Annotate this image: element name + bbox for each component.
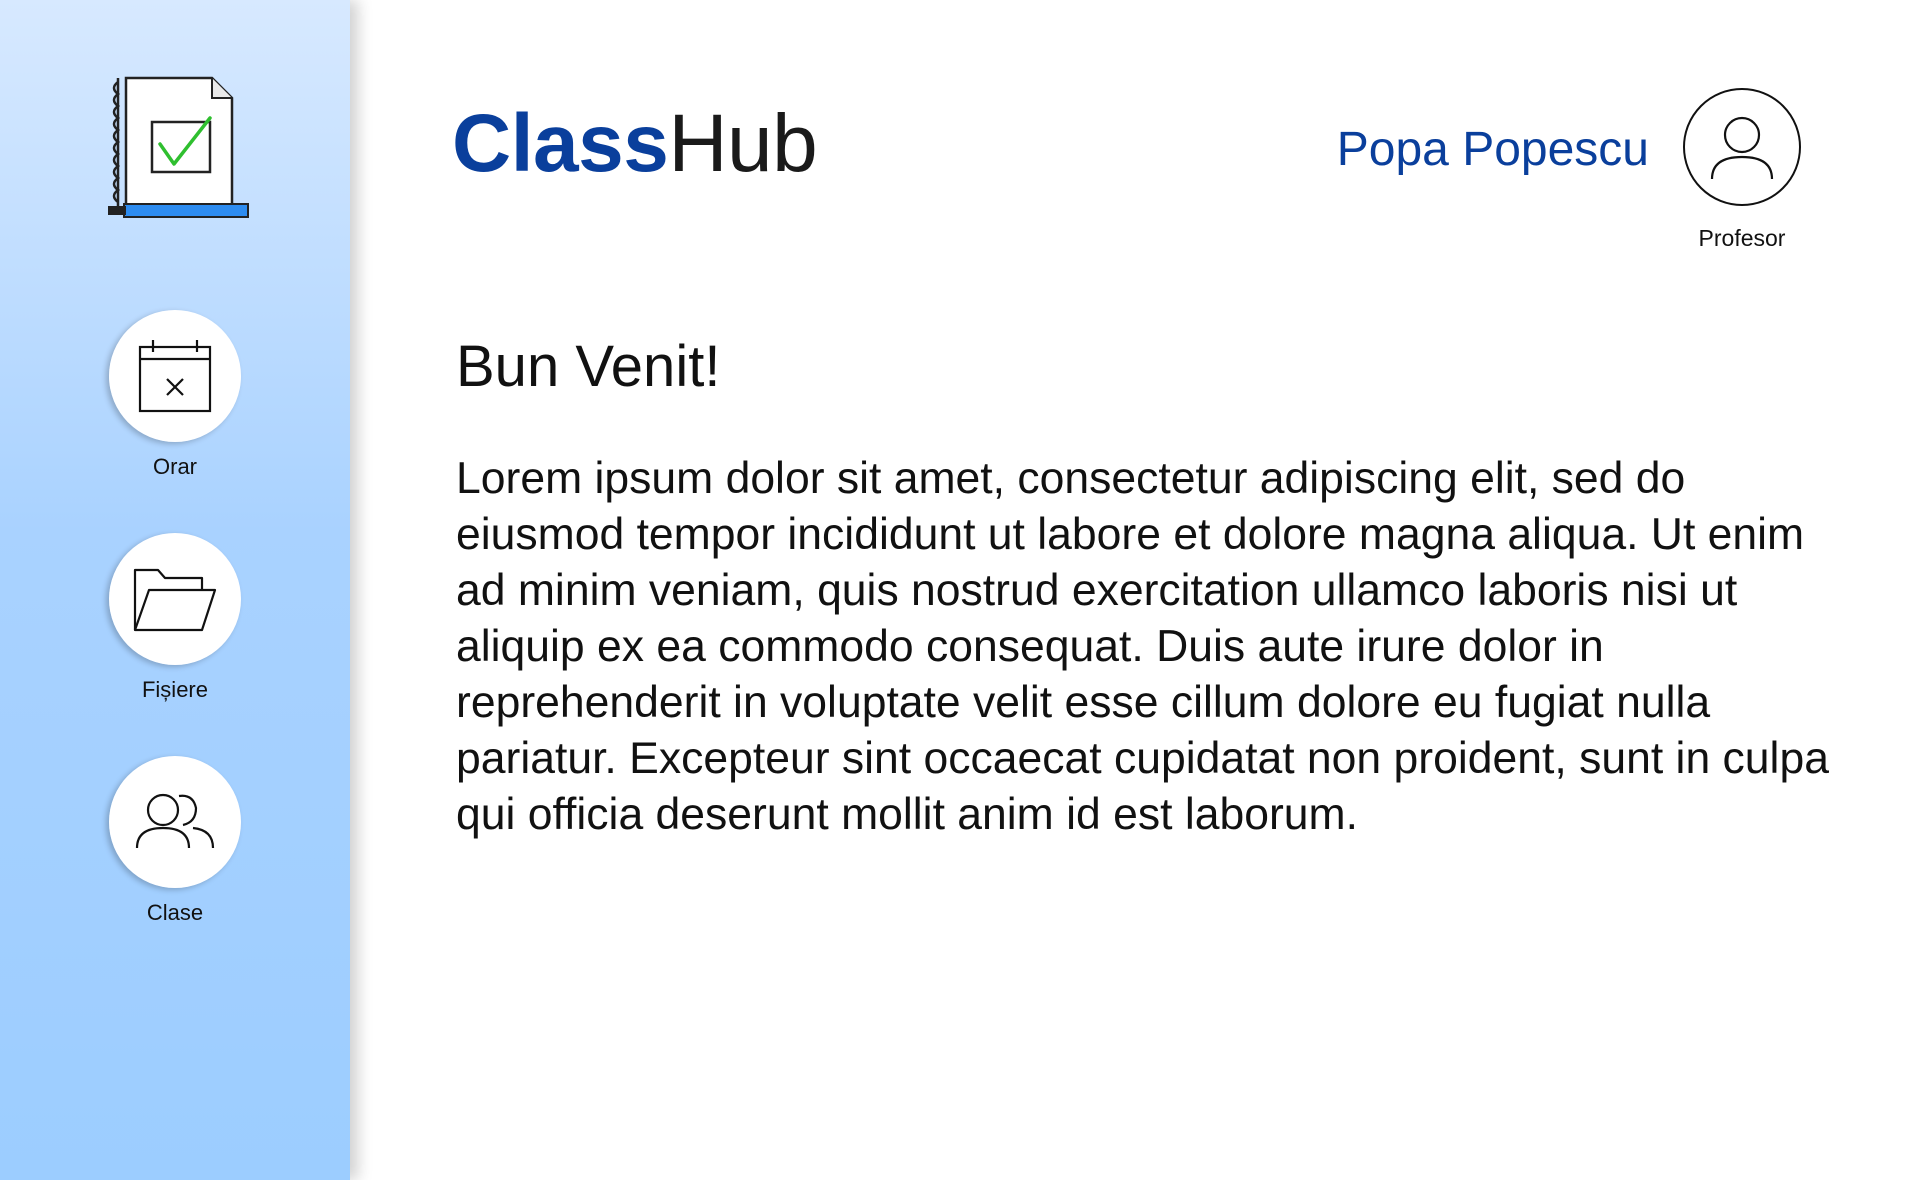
nav-label-orar: Orar — [153, 454, 197, 479]
nav-button-fisiere[interactable] — [109, 533, 241, 665]
welcome-body-text: Lorem ipsum dolor sit amet, consectetur … — [456, 454, 1829, 839]
brand-light-text: Hub — [668, 98, 818, 189]
sidebar-item-orar[interactable]: Orar — [0, 310, 350, 480]
welcome-heading: Bun Venit! — [456, 334, 721, 399]
sidebar-item-fisiere[interactable]: Fișiere — [0, 533, 350, 703]
user-role: Profesor — [1698, 225, 1786, 251]
nav-label-fisiere: Fișiere — [141, 677, 208, 702]
app-logo-icon — [100, 70, 252, 228]
user-avatar[interactable] — [1683, 88, 1801, 206]
sidebar-item-clase[interactable]: Clase — [0, 756, 350, 926]
nav-button-clase[interactable] — [109, 756, 241, 888]
calendar-icon — [138, 340, 212, 413]
user-icon — [1710, 116, 1774, 180]
user-name[interactable]: Popa Popescu — [1337, 120, 1649, 180]
users-icon — [135, 793, 215, 849]
nav-button-orar[interactable] — [109, 310, 241, 442]
folder-icon — [133, 568, 217, 632]
brand-bold-text: Class — [452, 98, 669, 189]
nav-label-clase: Clase — [146, 900, 204, 925]
app-brand: ClassHub — [452, 96, 818, 192]
sidebar: Orar Fișiere Clase — [0, 0, 350, 1180]
